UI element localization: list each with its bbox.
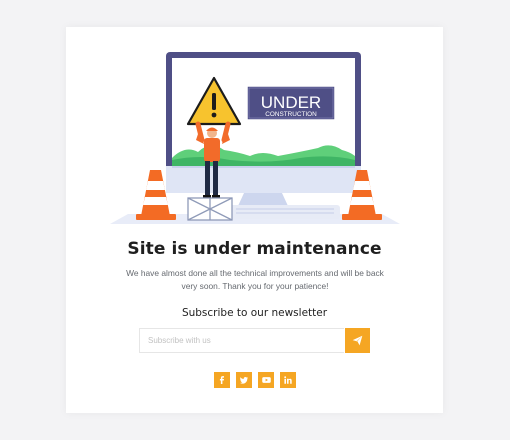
under-construction-illustration: UNDER CONSTRUCTION	[110, 52, 400, 224]
newsletter-email-input[interactable]: Subscribe with us	[139, 328, 344, 353]
page-title: Site is under maintenance	[127, 239, 382, 259]
maintenance-description: We have almost done all the technical im…	[118, 267, 392, 293]
monitor-stand	[238, 193, 288, 206]
twitter-icon	[240, 376, 248, 384]
social-links	[0, 372, 510, 388]
sign-line1: UNDER	[261, 93, 321, 112]
facebook-button[interactable]	[214, 372, 230, 388]
twitter-button[interactable]	[236, 372, 252, 388]
linkedin-button[interactable]	[280, 372, 296, 388]
scaffold-box	[187, 197, 233, 221]
youtube-button[interactable]	[258, 372, 274, 388]
facebook-icon	[219, 376, 224, 384]
description-line-2: very soon. Thank you for your patience!	[181, 281, 329, 291]
subscribe-button[interactable]	[345, 328, 370, 353]
linkedin-icon	[284, 376, 292, 384]
description-line-1: We have almost done all the technical im…	[126, 268, 384, 278]
sign-line2: CONSTRUCTION	[265, 111, 317, 118]
monitor-chin	[166, 166, 361, 193]
paper-plane-icon	[352, 335, 363, 346]
newsletter-title: Subscribe to our newsletter	[181, 307, 328, 319]
youtube-icon	[261, 377, 271, 383]
newsletter-form: Subscribe with us	[139, 328, 371, 353]
